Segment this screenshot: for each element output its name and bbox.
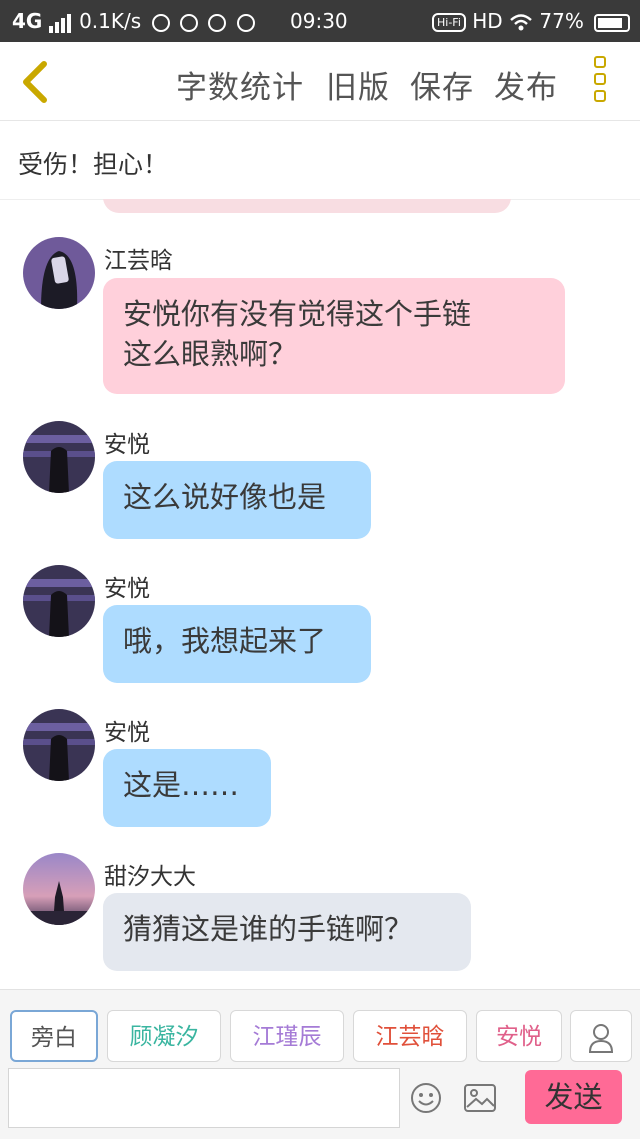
role-chip[interactable]: 江瑾辰: [230, 1010, 344, 1062]
role-manage-button[interactable]: [570, 1010, 632, 1062]
avatar[interactable]: [23, 237, 95, 309]
role-chip[interactable]: 顾凝汐: [107, 1010, 221, 1062]
qq-notification-icon: [208, 13, 227, 32]
avatar[interactable]: [23, 709, 95, 781]
wifi-icon: [510, 13, 532, 30]
message-line: 这是……: [123, 768, 240, 802]
app-notification-icon: [151, 13, 170, 32]
save-button[interactable]: 保存: [410, 62, 474, 107]
app-notification-icon: [236, 13, 255, 32]
message-line: 猜猜这是谁的手链啊？: [123, 912, 414, 946]
image-icon[interactable]: [463, 1082, 497, 1114]
network-speed: 0.1K/s: [79, 9, 142, 33]
avatar[interactable]: [23, 421, 95, 493]
role-chip[interactable]: 江芸晗: [353, 1010, 467, 1062]
sender-name: 江芸晗: [104, 248, 173, 274]
clock: 09:30: [290, 9, 348, 33]
top-toolbar: 字数统计 旧版 保存 发布: [0, 42, 640, 121]
sender-name: 甜汐大大: [104, 864, 196, 890]
old-version-button[interactable]: 旧版: [326, 62, 390, 107]
partial-message-bubble: [103, 199, 511, 213]
status-left: 4G 0.1K/s: [12, 9, 255, 33]
network-type: 4G: [12, 9, 43, 33]
message-bubble[interactable]: 这是……: [103, 749, 271, 827]
battery-percent: 77%: [539, 9, 584, 33]
message-bubble[interactable]: 这么说好像也是: [103, 461, 371, 539]
sender-name: 安悦: [104, 432, 150, 458]
message-input[interactable]: [8, 1068, 400, 1128]
composer: 旁白 顾凝汐 江瑾辰 江芸晗 安悦 发送: [0, 989, 640, 1139]
chat-area[interactable]: 江芸晗 安悦你有没有觉得这个手链 这么眼熟啊？ 安悦 这么说好像也是 安悦 哦，…: [0, 199, 640, 989]
battery-icon: [594, 13, 631, 32]
story-title: 受伤！担心！: [18, 150, 169, 179]
app-notification-icon: [179, 13, 198, 32]
hd-label: HD: [472, 9, 503, 33]
user-icon: [588, 1023, 614, 1053]
sender-name: 安悦: [104, 720, 150, 746]
message-line: 哦，我想起来了: [123, 624, 327, 658]
publish-button[interactable]: 发布: [494, 62, 558, 107]
role-chip-narrator[interactable]: 旁白: [10, 1010, 98, 1062]
message-bubble[interactable]: 猜猜这是谁的手链啊？: [103, 893, 471, 971]
avatar[interactable]: [23, 853, 95, 925]
message-line: 这么眼熟啊？: [123, 337, 298, 371]
message-line: 这么说好像也是: [123, 480, 327, 514]
avatar[interactable]: [23, 565, 95, 637]
signal-icon: [48, 9, 73, 33]
status-right: Hi-Fi HD 77%: [432, 9, 631, 33]
word-count-button[interactable]: 字数统计: [176, 62, 304, 107]
message-bubble[interactable]: 安悦你有没有觉得这个手链 这么眼熟啊？: [103, 278, 565, 394]
send-button[interactable]: 发送: [525, 1070, 622, 1124]
message-bubble[interactable]: 哦，我想起来了: [103, 605, 371, 683]
hifi-badge: Hi-Fi: [432, 13, 466, 32]
story-title-bar: 受伤！担心！: [0, 121, 640, 200]
chevron-left-icon[interactable]: [16, 58, 56, 106]
message-line: 安悦你有没有觉得这个手链: [123, 297, 472, 331]
role-chip[interactable]: 安悦: [476, 1010, 562, 1062]
smiley-icon[interactable]: [410, 1082, 442, 1114]
more-vertical-icon[interactable]: [594, 56, 616, 110]
status-bar: 4G 0.1K/s 09:30 Hi-Fi HD 77%: [0, 0, 640, 42]
sender-name: 安悦: [104, 576, 150, 602]
